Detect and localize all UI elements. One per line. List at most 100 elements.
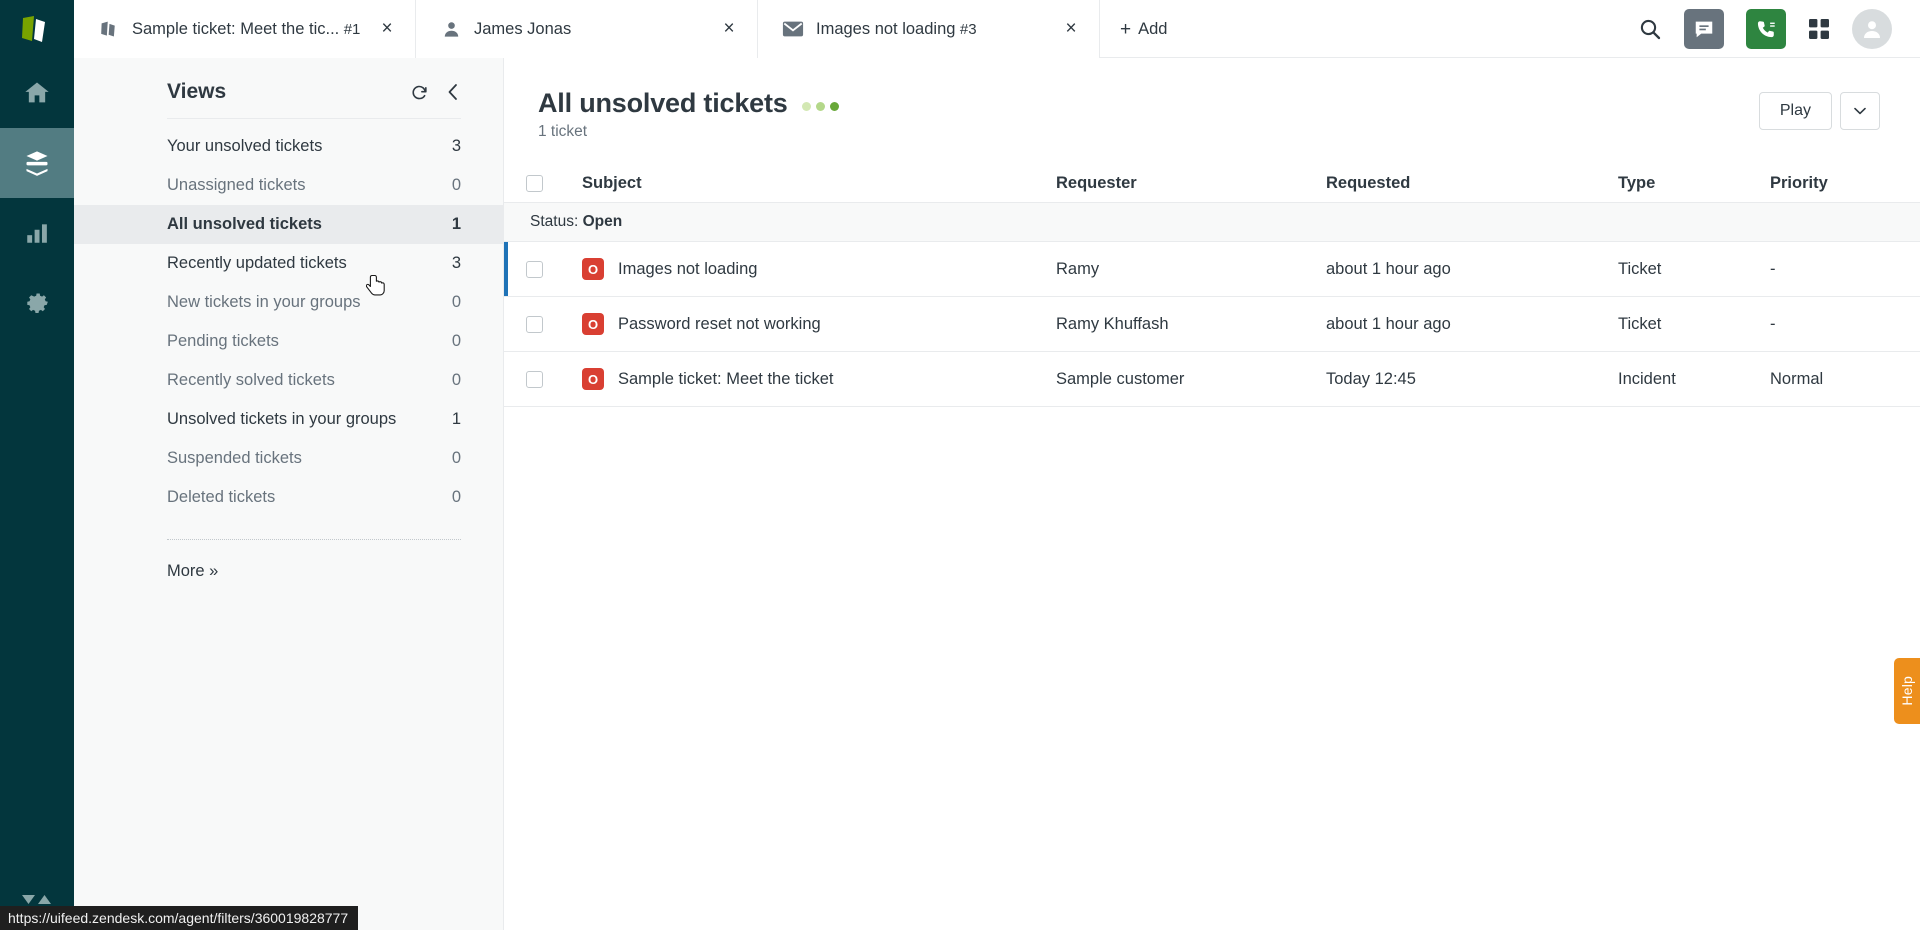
- refresh-icon[interactable]: [410, 83, 429, 102]
- tab-label-group: James Jonas: [474, 0, 709, 58]
- close-icon[interactable]: ×: [1057, 15, 1085, 43]
- views-title: Views: [167, 80, 394, 104]
- requested-cell: Today 12:45: [1326, 370, 1618, 389]
- views-sidebar: Views Y: [74, 58, 504, 930]
- table-header-row: Subject Requester Requested Type Priorit…: [504, 165, 1920, 203]
- group-header-status-open: Status: Open: [504, 203, 1920, 242]
- home-icon: [23, 79, 51, 107]
- tab-title: Sample ticket: Meet the tic...: [132, 20, 339, 38]
- add-tab-label: Add: [1138, 20, 1167, 39]
- group-header-prefix: Status:: [530, 213, 583, 230]
- column-header-subject[interactable]: Subject: [582, 174, 1056, 193]
- row-checkbox[interactable]: [526, 316, 543, 333]
- type-cell: Ticket: [1618, 315, 1770, 334]
- rail-item-home[interactable]: [0, 58, 74, 128]
- gear-icon: [24, 290, 51, 317]
- ticket-subject[interactable]: Sample ticket: Meet the ticket: [618, 370, 834, 389]
- sidebar-item-recently-solved-tickets[interactable]: Recently solved tickets 0: [74, 361, 503, 400]
- ticket-subject[interactable]: Images not loading: [618, 260, 757, 279]
- table-row[interactable]: O Images not loading Ramy about 1 hour a…: [504, 242, 1920, 297]
- help-tab-button[interactable]: Help: [1894, 658, 1920, 724]
- rail-item-admin[interactable]: [0, 268, 74, 338]
- views-header: Views: [74, 58, 503, 104]
- avatar[interactable]: [1852, 9, 1892, 49]
- status-bar-url: https://uifeed.zendesk.com/agent/filters…: [0, 906, 358, 930]
- more-views-link[interactable]: More »: [74, 540, 503, 581]
- sidebar-item-suspended-tickets[interactable]: Suspended tickets 0: [74, 439, 503, 478]
- user-icon: [438, 20, 464, 39]
- table-row[interactable]: O Sample ticket: Meet the ticket Sample …: [504, 352, 1920, 407]
- chevron-left-icon[interactable]: [445, 83, 461, 101]
- tab-subtitle: #3: [960, 21, 977, 38]
- column-header-type[interactable]: Type: [1618, 174, 1770, 193]
- row-checkbox[interactable]: [526, 261, 543, 278]
- sidebar-item-pending-tickets[interactable]: Pending tickets 0: [74, 322, 503, 361]
- app-root: Sample ticket: Meet the tic... #1 × Jame…: [0, 0, 1920, 930]
- subject-cell: O Images not loading: [582, 258, 1056, 280]
- add-tab-button[interactable]: + Add: [1100, 0, 1187, 58]
- body-region: Views Y: [74, 58, 1920, 930]
- sidebar-item-your-unsolved-tickets[interactable]: Your unsolved tickets 3: [74, 127, 503, 166]
- chevron-down-icon: [1854, 107, 1866, 115]
- views-icon: [23, 149, 51, 177]
- close-icon[interactable]: ×: [715, 15, 743, 43]
- main-title-row: All unsolved tickets: [538, 88, 1759, 119]
- row-checkbox-cell: [526, 371, 582, 388]
- sidebar-item-recently-updated-tickets[interactable]: Recently updated tickets 3: [74, 244, 503, 283]
- sidebar-item-label: Unsolved tickets in your groups: [167, 410, 440, 429]
- sidebar-item-count: 3: [452, 137, 461, 156]
- apps-grid-icon[interactable]: [1808, 18, 1830, 40]
- loading-dot: [830, 102, 839, 111]
- sidebar-item-new-tickets-in-your-groups[interactable]: New tickets in your groups 0: [74, 283, 503, 322]
- priority-cell: -: [1770, 260, 1920, 279]
- type-cell: Ticket: [1618, 260, 1770, 279]
- tab-title: James Jonas: [474, 20, 571, 38]
- tab-subtitle: #1: [344, 21, 361, 38]
- tickets-table: Subject Requester Requested Type Priorit…: [504, 165, 1920, 407]
- loading-dot: [816, 102, 825, 111]
- tab-james-jonas[interactable]: James Jonas ×: [416, 0, 758, 58]
- call-icon[interactable]: [1746, 9, 1786, 49]
- row-checkbox[interactable]: [526, 371, 543, 388]
- table-row[interactable]: O Password reset not working Ramy Khuffa…: [504, 297, 1920, 352]
- topbar-actions: [1628, 0, 1920, 57]
- tab-strip: Sample ticket: Meet the tic... #1 × Jame…: [74, 0, 1187, 57]
- sidebar-item-all-unsolved-tickets[interactable]: All unsolved tickets 1: [74, 205, 503, 244]
- tab-images-not-loading[interactable]: Images not loading #3 ×: [758, 0, 1100, 58]
- sidebar-item-label: Deleted tickets: [167, 488, 440, 507]
- sidebar-item-label: Suspended tickets: [167, 449, 440, 468]
- column-header-priority[interactable]: Priority: [1770, 174, 1920, 193]
- rail-item-views[interactable]: [0, 128, 74, 198]
- priority-cell: -: [1770, 315, 1920, 334]
- chat-icon[interactable]: [1684, 9, 1724, 49]
- close-icon[interactable]: ×: [373, 15, 401, 43]
- sidebar-item-count: 1: [452, 215, 461, 234]
- select-all-checkbox[interactable]: [526, 175, 543, 192]
- sidebar-item-deleted-tickets[interactable]: Deleted tickets 0: [74, 478, 503, 517]
- tab-sample-ticket[interactable]: Sample ticket: Meet the tic... #1 ×: [74, 0, 416, 58]
- column-header-requester[interactable]: Requester: [1056, 174, 1326, 193]
- group-header-value: Open: [583, 213, 623, 230]
- right-region: Sample ticket: Meet the tic... #1 × Jame…: [74, 0, 1920, 930]
- column-header-requested[interactable]: Requested: [1326, 174, 1618, 193]
- play-options-button[interactable]: [1840, 92, 1880, 130]
- subject-cell: O Password reset not working: [582, 313, 1056, 335]
- ticket-icon: [96, 19, 122, 40]
- row-checkbox-cell: [526, 316, 582, 333]
- help-tab-label: Help: [1899, 676, 1915, 706]
- main-header-left: All unsolved tickets 1 ticket: [538, 88, 1759, 141]
- sidebar-item-unsolved-tickets-in-your-groups[interactable]: Unsolved tickets in your groups 1: [74, 400, 503, 439]
- sidebar-item-unassigned-tickets[interactable]: Unassigned tickets 0: [74, 166, 503, 205]
- type-cell: Incident: [1618, 370, 1770, 389]
- play-button[interactable]: Play: [1759, 92, 1832, 130]
- plus-icon: +: [1120, 20, 1131, 39]
- search-icon[interactable]: [1638, 17, 1662, 41]
- requested-cell: about 1 hour ago: [1326, 315, 1618, 334]
- main-header: All unsolved tickets 1 ticket Play: [504, 58, 1920, 141]
- rail-item-reporting[interactable]: [0, 198, 74, 268]
- ticket-subject[interactable]: Password reset not working: [618, 315, 821, 334]
- subject-cell: O Sample ticket: Meet the ticket: [582, 368, 1056, 390]
- views-divider: [167, 118, 461, 119]
- requester-cell: Ramy Khuffash: [1056, 315, 1326, 334]
- main-content: All unsolved tickets 1 ticket Play: [504, 58, 1920, 930]
